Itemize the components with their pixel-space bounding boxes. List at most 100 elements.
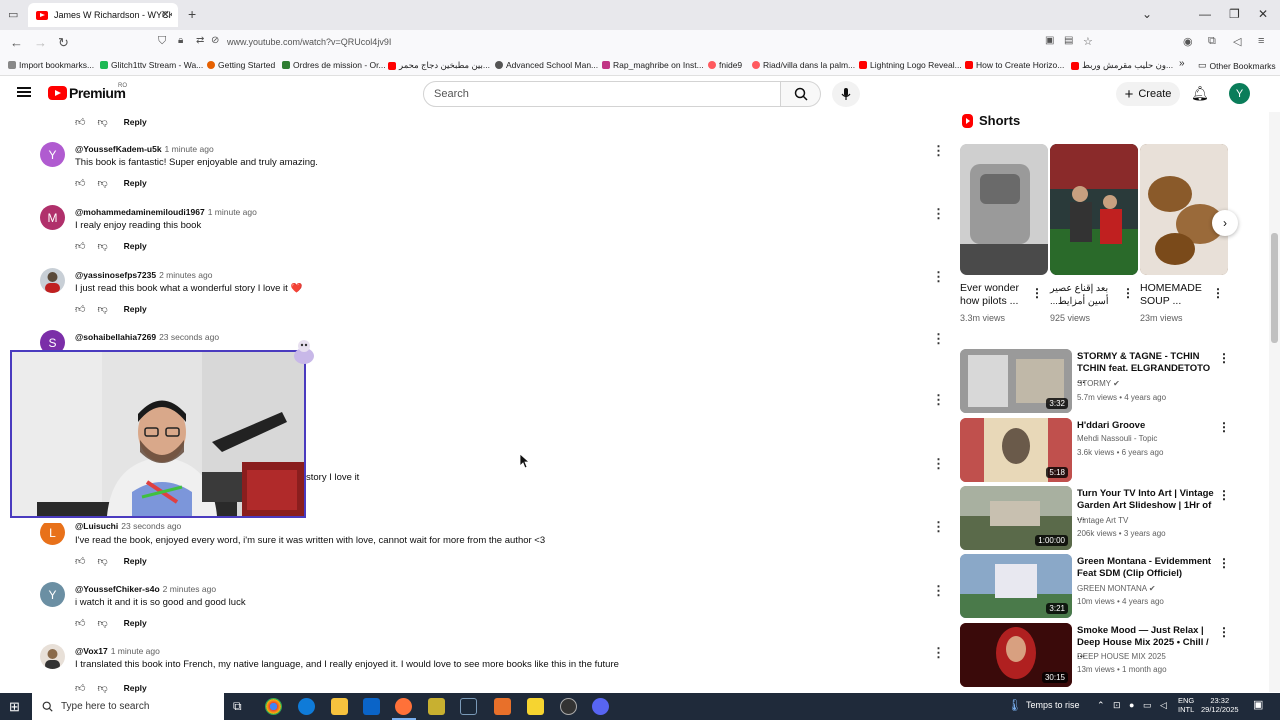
- microphone-icon[interactable]: ●: [1129, 700, 1134, 710]
- account-icon[interactable]: ◉: [1183, 35, 1193, 48]
- avatar[interactable]: L: [40, 520, 65, 545]
- shorts-next-button[interactable]: ›: [1212, 210, 1238, 236]
- comment-menu-icon[interactable]: ⋮: [932, 206, 945, 222]
- like-icon[interactable]: 👍︎: [75, 682, 85, 693]
- comment-handle[interactable]: @Vox17 1 minute ago: [75, 646, 160, 656]
- bookmark-item[interactable]: fnide9: [708, 60, 742, 70]
- dislike-icon[interactable]: 👎︎: [97, 240, 107, 252]
- minimize-icon[interactable]: —: [1199, 7, 1211, 21]
- browser-tab-active[interactable]: James W Richardson - WYCKEL ✕: [28, 3, 178, 27]
- sticky-notes-icon[interactable]: [527, 698, 544, 715]
- bookmark-item[interactable]: How to Create Horizo...: [965, 60, 1064, 70]
- show-hidden-icons-icon[interactable]: ⌃: [1097, 700, 1105, 711]
- comment-time[interactable]: 23 seconds ago: [159, 332, 219, 342]
- address-bar[interactable]: www.youtube.com/watch?v=QRUcol4jv9I: [227, 37, 391, 47]
- short-title[interactable]: بعد إقناع عصير أسين أمزايط...: [1050, 282, 1126, 308]
- video-thumbnail[interactable]: 1:00:00: [960, 486, 1072, 550]
- like-icon[interactable]: 👍︎: [75, 240, 85, 252]
- reader-view-icon[interactable]: ▤: [1064, 35, 1073, 46]
- bookmark-item[interactable]: بين مطبخين دجاج محمر...: [388, 60, 490, 71]
- reply-button[interactable]: Reply: [124, 241, 147, 251]
- search-input[interactable]: Search: [423, 81, 781, 107]
- short-menu-icon[interactable]: ⋮: [1031, 286, 1043, 300]
- windows-start-icon[interactable]: ⊞: [9, 699, 20, 715]
- video-channel[interactable]: STORMY ✔: [1077, 379, 1120, 388]
- reply-button[interactable]: Reply: [124, 683, 147, 693]
- battery-icon[interactable]: ▭: [1143, 700, 1152, 711]
- dislike-icon[interactable]: 👎︎: [97, 177, 107, 189]
- discord-icon[interactable]: [592, 698, 609, 715]
- video-item[interactable]: 3:32 STORMY & TAGNE - TCHIN TCHIN feat. …: [960, 349, 1235, 413]
- video-menu-icon[interactable]: ⋮: [1218, 556, 1230, 570]
- dislike-icon[interactable]: 👎︎: [97, 617, 107, 629]
- comment-handle[interactable]: @Luisuchi 23 seconds ago: [75, 521, 181, 531]
- back-icon[interactable]: ←: [10, 35, 23, 50]
- comment-handle[interactable]: @YoussefKadem-u5k 1 minute ago: [75, 144, 214, 154]
- app-icon[interactable]: [494, 698, 511, 715]
- video-title[interactable]: H'ddari Groove: [1077, 420, 1215, 432]
- reply-button[interactable]: Reply: [124, 556, 147, 566]
- reload-icon[interactable]: ↻: [58, 35, 69, 51]
- comment-menu-icon[interactable]: ⋮: [932, 519, 945, 535]
- video-thumbnail[interactable]: 3:21: [960, 554, 1072, 618]
- lock-icon[interactable]: 🔒︎: [178, 35, 183, 46]
- close-window-icon[interactable]: ✕: [1258, 7, 1268, 21]
- other-bookmarks[interactable]: ▭ Other Bookmarks: [1198, 60, 1276, 71]
- comment-time[interactable]: 2 minutes ago: [159, 270, 212, 280]
- bookmark-star-icon[interactable]: ☆: [1083, 35, 1093, 48]
- reply-button[interactable]: Reply: [124, 178, 147, 188]
- comment-time[interactable]: 2 minutes ago: [163, 584, 216, 594]
- video-menu-icon[interactable]: ⋮: [1218, 625, 1230, 639]
- video-item[interactable]: 1:00:00 Turn Your TV Into Art | Vintage …: [960, 486, 1235, 550]
- short-thumbnail[interactable]: [1050, 144, 1138, 275]
- page-scrollbar[interactable]: [1269, 112, 1280, 692]
- comment-menu-icon[interactable]: ⋮: [932, 645, 940, 661]
- picture-in-picture-icon[interactable]: ▣: [1045, 35, 1054, 46]
- like-icon[interactable]: 👍︎: [75, 617, 85, 629]
- task-view-icon[interactable]: ⧉: [233, 699, 242, 714]
- voice-search-button[interactable]: [832, 81, 860, 107]
- reply-button[interactable]: Reply: [124, 117, 147, 127]
- comment-menu-icon[interactable]: ⋮: [932, 392, 945, 408]
- taskbar-search[interactable]: Type here to search: [32, 693, 224, 720]
- like-icon[interactable]: 👍︎: [75, 303, 85, 315]
- bookmark-item[interactable]: Getting Started: [207, 60, 275, 70]
- comment-menu-icon[interactable]: ⋮: [932, 456, 945, 472]
- video-thumbnail[interactable]: 30:15: [960, 623, 1072, 687]
- create-button[interactable]: + Create: [1116, 82, 1180, 106]
- video-thumbnail[interactable]: 3:32: [960, 349, 1072, 413]
- new-tab-icon[interactable]: +: [188, 6, 196, 22]
- tab-dropdown-icon[interactable]: ⌄: [1142, 7, 1152, 21]
- dislike-icon[interactable]: 👎︎: [97, 116, 107, 128]
- close-tab-icon[interactable]: ✕: [161, 8, 170, 21]
- reply-button[interactable]: Reply: [124, 304, 147, 314]
- video-title[interactable]: Green Montana - Evidemment Feat SDM (Cli…: [1077, 556, 1215, 580]
- comment-handle[interactable]: @mohammedaminemiloudi1967 1 minute ago: [75, 207, 257, 217]
- comment-handle[interactable]: @yassinosefps7235 2 minutes ago: [75, 270, 212, 280]
- bookmark-item[interactable]: Advanced School Man...: [495, 60, 598, 70]
- bookmark-item[interactable]: Ordres de mission - Or...: [282, 60, 386, 70]
- input-language[interactable]: ENG INTL: [1178, 696, 1194, 714]
- dislike-icon[interactable]: 👎︎: [97, 555, 107, 567]
- scrollbar-thumb[interactable]: [1271, 233, 1278, 343]
- short-thumbnail[interactable]: [1140, 144, 1228, 275]
- reply-button[interactable]: Reply: [124, 618, 147, 628]
- avatar[interactable]: [40, 644, 65, 669]
- short-title[interactable]: Ever wonder how pilots ...: [960, 282, 1036, 308]
- chrome-icon[interactable]: [265, 698, 282, 715]
- volume-icon[interactable]: ◁: [1160, 700, 1167, 711]
- video-channel[interactable]: Vintage Art TV: [1077, 516, 1128, 525]
- video-channel[interactable]: Mehdi Nassouli - Topic: [1077, 434, 1157, 443]
- permissions-icon[interactable]: ⇄: [196, 35, 204, 46]
- dislike-icon[interactable]: 👎︎: [97, 682, 107, 693]
- more-bookmarks-icon[interactable]: »: [1179, 58, 1185, 69]
- file-explorer-icon[interactable]: [331, 698, 348, 715]
- bookmark-item[interactable]: Lightning Logo Reveal...: [859, 60, 962, 70]
- comment-handle[interactable]: @sohaibellahia7269 23 seconds ago: [75, 332, 219, 342]
- comment-time[interactable]: 1 minute ago: [111, 646, 160, 656]
- tracking-icon[interactable]: ⊘: [211, 35, 219, 46]
- hamburger-menu-icon[interactable]: [17, 87, 31, 97]
- video-channel[interactable]: GREEN MONTANA ✔: [1077, 584, 1156, 593]
- avatar[interactable]: [40, 268, 65, 293]
- steam-icon[interactable]: [460, 698, 477, 715]
